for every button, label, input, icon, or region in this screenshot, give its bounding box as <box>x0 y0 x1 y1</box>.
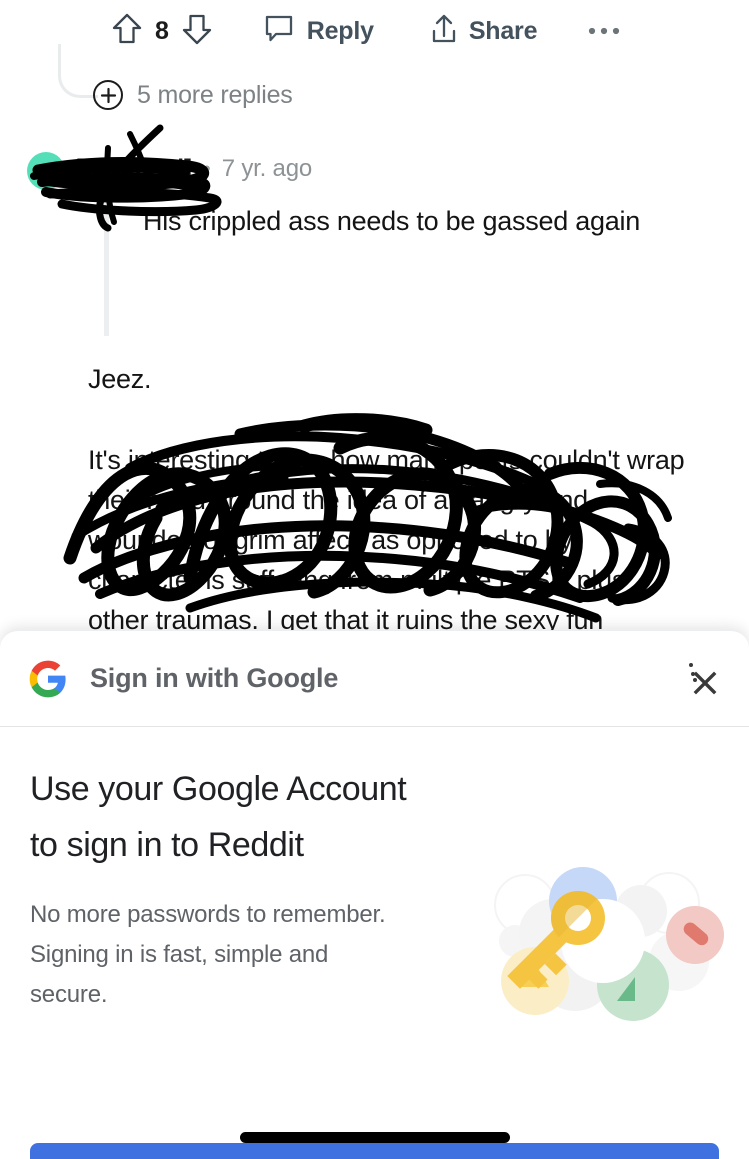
google-sheet-middle: No more passwords to remember. Signing i… <box>30 867 724 1021</box>
google-sheet-title: Sign in with Google <box>90 663 339 693</box>
paragraph-long: It's interesting to me how many posts co… <box>88 445 685 635</box>
comment-timestamp: 7 yr. ago <box>221 155 312 182</box>
close-x-icon[interactable] <box>683 661 727 705</box>
share-arrow-icon <box>430 13 458 50</box>
google-sheet-body: Use your Google Account to sign in to Re… <box>0 727 749 1159</box>
share-label: Share <box>468 16 538 45</box>
reply-label: Reply <box>306 16 374 45</box>
screen-root: 8 Reply Share 5 more replies [redacted] … <box>0 0 749 1159</box>
comment-action-bar: 8 Reply Share <box>0 0 749 62</box>
comment-author[interactable]: [redacted] <box>76 155 192 183</box>
more-replies-row[interactable]: 5 more replies <box>0 44 749 124</box>
reply-button[interactable]: Reply <box>264 14 374 49</box>
comment-thread-line <box>104 196 109 336</box>
google-signin-sheet: Sign in with Google Use your Google Acco… <box>0 630 749 1159</box>
comment-header: [redacted] • 7 yr. ago <box>0 140 749 198</box>
share-button[interactable]: Share <box>430 13 537 50</box>
downvote-arrow-icon[interactable] <box>182 12 212 51</box>
vote-group: 8 <box>112 12 212 51</box>
vote-count: 8 <box>155 16 169 45</box>
more-replies-label: 5 more replies <box>137 81 293 109</box>
meta-separator: • <box>203 156 211 181</box>
paragraph-jeez: Jeez. <box>88 364 152 394</box>
comment-bubble-icon <box>264 14 294 49</box>
google-sheet-header: Sign in with Google <box>0 631 749 727</box>
upvote-arrow-icon[interactable] <box>112 12 142 51</box>
continue-button[interactable]: Continue <box>30 1143 719 1159</box>
home-indicator-bar <box>239 1132 510 1143</box>
thread-connector-line <box>58 44 98 98</box>
avatar[interactable] <box>27 152 65 190</box>
google-g-logo-icon <box>28 659 68 699</box>
heading-line-1: Use your Google Account <box>30 770 407 808</box>
comment-item: [redacted] • 7 yr. ago His crippled ass … <box>0 140 749 336</box>
key-with-circles-illustration <box>483 863 733 1023</box>
plus-circle-icon[interactable] <box>93 80 123 110</box>
comment-text: His crippled ass needs to be gassed agai… <box>143 206 641 236</box>
google-sheet-description: No more passwords to remember. Signing i… <box>30 901 386 1008</box>
google-sheet-heading: Use your Google Account to sign in to Re… <box>30 761 719 873</box>
comment-body: His crippled ass needs to be gassed agai… <box>0 196 749 336</box>
overflow-menu-button[interactable] <box>587 25 621 37</box>
